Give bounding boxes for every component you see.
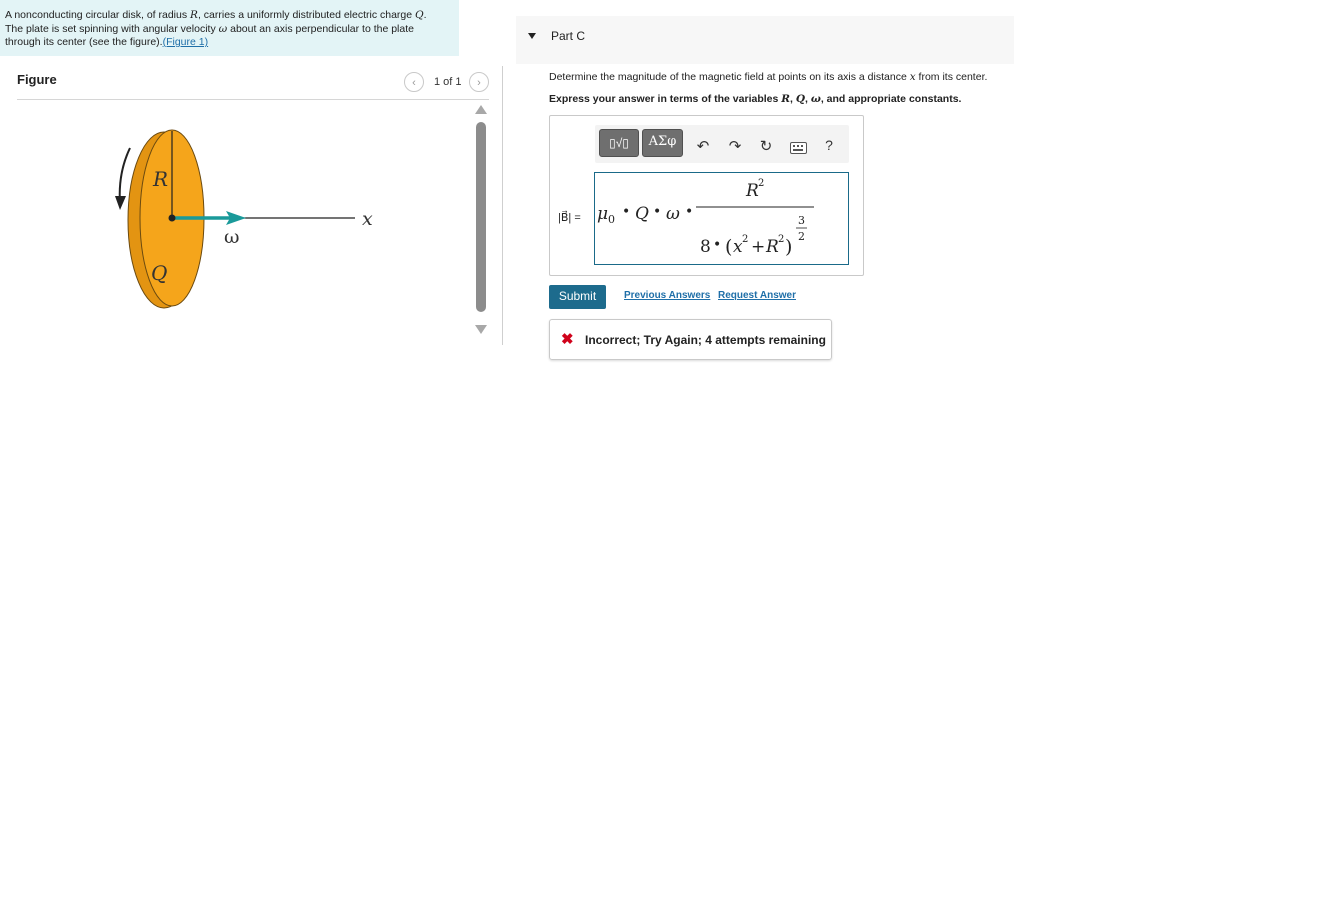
help-icon[interactable]: ? xyxy=(821,137,837,153)
x-axis-label: x xyxy=(362,208,373,230)
var-r: R xyxy=(781,93,790,105)
plus-operator: + xyxy=(751,237,765,257)
var-omega: ω xyxy=(810,93,821,105)
var-q: Q xyxy=(635,204,649,224)
answer-expression[interactable]: μ 0 • Q • ω • R 2 8 • ( x 2 + R 2 ) 3 2 xyxy=(594,172,849,265)
var-q: Q xyxy=(795,93,805,105)
previous-figure-button[interactable]: ‹ xyxy=(404,72,424,92)
exponent-denominator: 2 xyxy=(798,230,805,243)
problem-text: . xyxy=(423,9,427,21)
instruction-part: Express your answer in terms of the vari… xyxy=(549,93,782,105)
mu-symbol: μ xyxy=(597,204,608,224)
disk-center-dot xyxy=(168,214,176,222)
request-answer-link[interactable]: Request Answer xyxy=(718,290,796,301)
templates-button[interactable]: ▯√▯ xyxy=(599,129,639,157)
var-r: R xyxy=(190,9,198,21)
scrollbar-thumb[interactable] xyxy=(476,122,486,312)
greek-symbols-button[interactable]: ΑΣφ xyxy=(642,129,683,157)
figure-title: Figure xyxy=(17,72,57,87)
answer-label: |B⃗| = xyxy=(558,212,581,224)
problem-text: , carries a uniformly distributed electr… xyxy=(197,9,416,21)
problem-text: through its center (see the figure). xyxy=(5,36,163,48)
omega-label: ω xyxy=(224,226,240,248)
charge-label: Q xyxy=(151,261,167,285)
numerator-exponent: 2 xyxy=(758,178,764,189)
dot-operator: • xyxy=(622,204,630,220)
var-omega: ω xyxy=(666,204,680,224)
disk-figure: R Q ω x xyxy=(115,129,373,309)
problem-text: The plate is set spinning with angular v… xyxy=(5,22,219,35)
previous-answers-link[interactable]: Previous Answers xyxy=(624,290,710,301)
submit-button[interactable]: Submit xyxy=(549,285,606,309)
problem-statement: A nonconducting circular disk, of radius… xyxy=(5,9,450,50)
rotation-arrow xyxy=(118,147,131,204)
question-text-part: Determine the magnitude of the magnetic … xyxy=(549,71,910,83)
instruction-text: Express your answer in terms of the vari… xyxy=(549,93,961,105)
open-paren: ( xyxy=(725,236,732,258)
radius-label: R xyxy=(152,167,168,191)
var-q: Q xyxy=(415,9,424,21)
redo-icon[interactable]: ↷ xyxy=(727,137,743,155)
denominator-r-exponent: 2 xyxy=(778,234,784,245)
feedback-text: Incorrect; Try Again; 4 attempts remaini… xyxy=(585,333,826,347)
part-header[interactable] xyxy=(516,16,1014,64)
close-paren: ) xyxy=(785,236,792,258)
scroll-down-arrow-icon[interactable] xyxy=(475,325,487,334)
exponent-numerator: 3 xyxy=(798,214,805,227)
rotation-arrowhead-icon xyxy=(115,196,126,210)
dot-operator: • xyxy=(685,204,693,220)
denominator-coefficient: 8 xyxy=(700,237,711,257)
panel-divider xyxy=(502,66,503,345)
undo-icon[interactable]: ↶ xyxy=(695,137,711,155)
mu-subscript: 0 xyxy=(608,213,615,226)
reset-icon[interactable]: ↻ xyxy=(758,137,774,155)
figure-pager-count: 1 of 1 xyxy=(434,76,462,88)
incorrect-icon: ✖ xyxy=(561,331,574,348)
keyboard-icon[interactable] xyxy=(790,142,807,154)
caret-down-icon[interactable] xyxy=(528,33,536,39)
denominator-r: R xyxy=(765,237,779,257)
numerator-r: R xyxy=(745,181,759,201)
denominator-x-exponent: 2 xyxy=(742,234,748,245)
dot-operator: • xyxy=(653,204,661,220)
problem-text: about an axis perpendicular to the plate xyxy=(227,22,414,35)
instruction-part: , and appropriate constants. xyxy=(820,93,962,105)
scroll-up-arrow-icon[interactable] xyxy=(475,105,487,114)
part-title: Part C xyxy=(551,29,586,43)
chevron-right-icon: › xyxy=(477,77,481,89)
figure-link[interactable]: (Figure 1) xyxy=(163,36,209,48)
var-omega: ω xyxy=(218,22,228,35)
figure-divider xyxy=(17,99,489,100)
question-text-part: from its center. xyxy=(915,71,988,83)
problem-text: A nonconducting circular disk, of radius xyxy=(5,9,191,21)
chevron-left-icon: ‹ xyxy=(412,77,416,89)
next-figure-button[interactable]: › xyxy=(469,72,489,92)
dot-operator: • xyxy=(713,237,721,253)
question-text: Determine the magnitude of the magnetic … xyxy=(549,71,987,83)
